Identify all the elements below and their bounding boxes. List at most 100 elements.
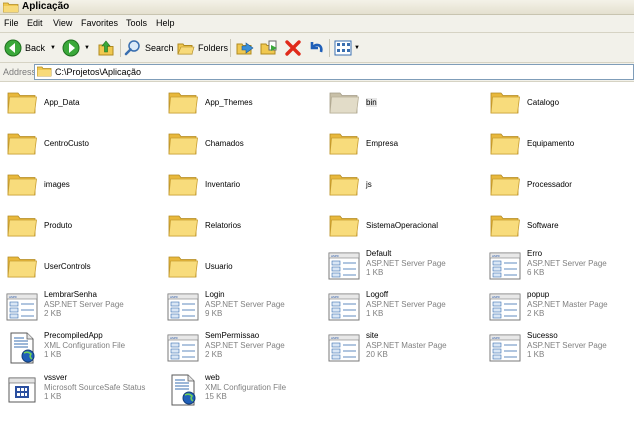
item-name: Login (205, 290, 225, 299)
menu-edit[interactable]: Edit (27, 18, 43, 28)
item-name: CentroCusto (44, 139, 89, 148)
copy-to-icon (260, 39, 280, 57)
views-button[interactable]: ▼ (334, 38, 360, 58)
file-item[interactable]: ASPX Login ASP.NET Server Page 9 KB (163, 290, 321, 325)
file-item[interactable]: vssver Microsoft SourceSafe Status 1 KB (2, 373, 160, 408)
item-type: ASP.NET Server Page (205, 341, 285, 350)
item-name: Equipamento (527, 139, 575, 148)
folder-item[interactable]: CentroCusto (2, 127, 160, 161)
forward-button[interactable]: ▼ (62, 38, 90, 58)
svg-text:ASPX: ASPX (331, 336, 339, 340)
aspx-page-icon: ASPX (167, 291, 199, 323)
address-input[interactable]: C:\Projetos\Aplicação (34, 64, 634, 80)
file-item[interactable]: ASPX Default ASP.NET Server Page 1 KB (324, 249, 482, 284)
item-name: Inventario (205, 180, 241, 189)
item-name: Logoff (366, 290, 389, 299)
move-to-button[interactable] (236, 38, 256, 58)
svg-text:ASPX: ASPX (492, 336, 500, 340)
menu-tools[interactable]: Tools (126, 18, 147, 28)
item-size: 1 KB (366, 268, 384, 277)
item-name: App_Data (44, 98, 80, 107)
folder-item[interactable]: Inventario (163, 168, 321, 202)
file-item[interactable]: ASPX Sucesso ASP.NET Server Page 1 KB (485, 331, 634, 366)
item-size: 15 KB (205, 392, 227, 401)
item-name: SistemaOperacional (366, 221, 439, 230)
folder-item[interactable]: js (324, 168, 482, 202)
folder-item[interactable]: Equipamento (485, 127, 634, 161)
window-title: Aplicação (22, 1, 70, 12)
chevron-down-icon[interactable]: ▼ (50, 45, 56, 51)
copy-to-button[interactable] (260, 38, 280, 58)
folder-item[interactable]: Chamados (163, 127, 321, 161)
address-path: C:\Projetos\Aplicação (55, 67, 142, 77)
file-item[interactable]: ASPX LembrarSenha ASP.NET Server Page 2 KB (2, 290, 160, 325)
back-button[interactable]: Back ▼ (4, 38, 56, 58)
chevron-down-icon[interactable]: ▼ (84, 45, 90, 51)
item-name: vssver (44, 373, 68, 382)
svg-text:ASPX: ASPX (170, 295, 178, 299)
item-type: ASP.NET Server Page (205, 300, 285, 309)
item-size: 2 KB (44, 309, 62, 318)
item-type: ASP.NET Server Page (44, 300, 124, 309)
item-name: LembrarSenha (44, 290, 97, 299)
file-item[interactable]: ASPX site ASP.NET Master Page 20 KB (324, 331, 482, 366)
folder-item[interactable]: Empresa (324, 127, 482, 161)
aspx-page-icon: ASPX (328, 291, 360, 323)
folder-icon (489, 127, 521, 159)
item-type: ASP.NET Master Page (366, 341, 447, 350)
folder-item[interactable]: Processador (485, 168, 634, 202)
item-name: Erro (527, 249, 543, 258)
folder-item[interactable]: bin (324, 86, 482, 120)
item-name: popup (527, 290, 550, 299)
menu-file[interactable]: File (4, 18, 19, 28)
folder-item[interactable]: App_Themes (163, 86, 321, 120)
search-button[interactable]: Search (124, 38, 174, 58)
folder-item[interactable]: Software (485, 209, 634, 243)
item-type: ASP.NET Server Page (366, 259, 446, 268)
sourcesafe-icon (6, 374, 38, 406)
folder-item[interactable]: UserControls (2, 250, 160, 284)
item-size: 1 KB (366, 309, 384, 318)
folder-item[interactable]: Produto (2, 209, 160, 243)
folder-icon (167, 127, 199, 159)
delete-x-icon (284, 39, 302, 57)
toolbar-separator (120, 39, 121, 57)
folder-item[interactable]: images (2, 168, 160, 202)
folder-item[interactable]: SistemaOperacional (324, 209, 482, 243)
folders-button[interactable]: Folders (177, 38, 228, 58)
item-type: ASP.NET Server Page (527, 259, 607, 268)
undo-button[interactable] (307, 38, 325, 58)
item-name: Processador (527, 180, 572, 189)
file-item[interactable]: ASPX SemPermissao ASP.NET Server Page 2 KB (163, 331, 321, 366)
folder-icon (6, 250, 38, 282)
toolbar-separator (329, 39, 330, 57)
menu-help[interactable]: Help (156, 18, 175, 28)
folder-icon (167, 250, 199, 282)
file-item[interactable]: ASPX Erro ASP.NET Server Page 6 KB (485, 249, 634, 284)
xml-config-icon (167, 374, 199, 406)
item-size: 9 KB (205, 309, 223, 318)
menu-view[interactable]: View (53, 18, 72, 28)
folder-item[interactable]: Relatorios (163, 209, 321, 243)
item-name: Empresa (366, 139, 399, 148)
chevron-down-icon[interactable]: ▼ (354, 45, 360, 51)
folder-item[interactable]: Catalogo (485, 86, 634, 120)
up-folder-button[interactable] (97, 38, 115, 58)
delete-button[interactable] (284, 38, 302, 58)
toolbar: Back ▼ ▼ Search Folders ▼ (0, 33, 634, 63)
file-item[interactable]: ASPX Logoff ASP.NET Server Page 1 KB (324, 290, 482, 325)
file-item[interactable]: PrecompiledApp XML Configuration File 1 KB (2, 331, 160, 366)
folder-item[interactable]: App_Data (2, 86, 160, 120)
item-type: Microsoft SourceSafe Status (44, 383, 146, 392)
address-label: Address (3, 67, 37, 77)
item-name: Sucesso (527, 331, 558, 340)
address-bar: Address C:\Projetos\Aplicação (0, 63, 634, 82)
menu-favorites[interactable]: Favorites (81, 18, 118, 28)
folder-item[interactable]: Usuario (163, 250, 321, 284)
item-name: PrecompiledApp (44, 331, 103, 340)
svg-text:ASPX: ASPX (170, 336, 178, 340)
file-item[interactable]: web XML Configuration File 15 KB (163, 373, 321, 408)
file-item[interactable]: ASPX popup ASP.NET Master Page 2 KB (485, 290, 634, 325)
item-size: 2 KB (205, 350, 223, 359)
aspx-page-icon: ASPX (489, 291, 521, 323)
